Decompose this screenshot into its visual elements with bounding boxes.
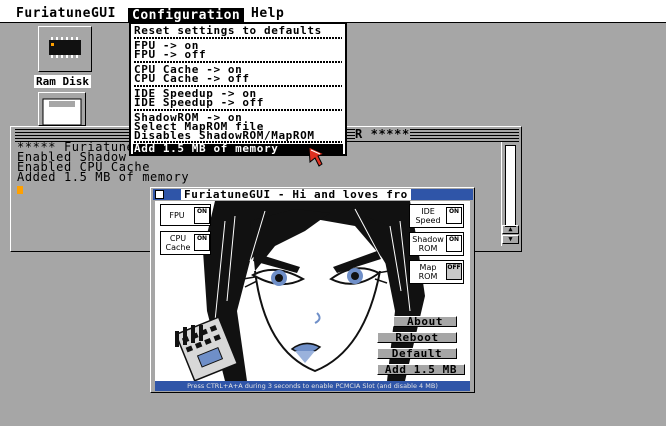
shadow-rom-toggle[interactable]: Shadow ROM ON bbox=[409, 232, 464, 256]
menu-item-disable-shadowrom[interactable]: Disables ShadowROM/MapROM bbox=[134, 130, 315, 141]
ide-speed-switch[interactable]: ON bbox=[446, 207, 462, 224]
about-button[interactable]: About bbox=[393, 316, 457, 327]
map-rom-label-2: ROM bbox=[418, 272, 438, 281]
ram-disk-desktop-icon[interactable]: Ram Disk bbox=[30, 26, 100, 90]
shell-scrollbar[interactable]: ▲ ▼ bbox=[501, 142, 519, 246]
shadow-rom-label-2: ROM bbox=[418, 244, 438, 253]
shell-line: Added 1.5 MB of memory bbox=[17, 170, 190, 184]
disk-desktop-icon[interactable] bbox=[36, 92, 92, 126]
mouse-pointer-icon bbox=[308, 146, 326, 167]
cpu-cache-switch[interactable]: ON bbox=[194, 234, 210, 251]
map-rom-switch[interactable]: OFF bbox=[446, 263, 462, 280]
ram-chip-icon bbox=[38, 26, 92, 72]
shadow-rom-switch[interactable]: ON bbox=[446, 235, 462, 252]
scrollbar-knob[interactable] bbox=[505, 145, 516, 227]
menu-furiatunegui[interactable]: FuriatuneGUI bbox=[16, 7, 116, 20]
menu-item-add-memory-label: Add 1.5 MB of memory bbox=[134, 142, 279, 155]
ram-disk-label: Ram Disk bbox=[34, 75, 91, 88]
furiatune-title-bar[interactable]: FuriatuneGUI - Hi and loves fro bbox=[153, 189, 473, 200]
menu-item-ide-speedup-off[interactable]: IDE Speedup -> off bbox=[134, 97, 264, 108]
disk-drive-icon bbox=[38, 92, 86, 126]
shell-title-tail: R ***** bbox=[355, 127, 410, 141]
ide-speed-label-2: Speed bbox=[415, 216, 441, 225]
furiatune-panel: FPU ON CPU Cache ON IDE Speed ON Shadow … bbox=[155, 201, 470, 381]
ide-speed-toggle[interactable]: IDE Speed ON bbox=[409, 204, 464, 228]
cpu-cache-toggle[interactable]: CPU Cache ON bbox=[160, 231, 211, 255]
default-button[interactable]: Default bbox=[377, 348, 457, 359]
menu-configuration[interactable]: Configuration bbox=[128, 8, 245, 23]
fpu-label: FPU bbox=[169, 211, 185, 220]
scroll-up-arrow-icon[interactable]: ▲ bbox=[502, 225, 519, 234]
menu-item-cpu-cache-off[interactable]: CPU Cache -> off bbox=[134, 73, 250, 84]
map-rom-label-1: Map bbox=[419, 263, 437, 272]
workbench-menu-bar: FuriatuneGUI Configuration Help bbox=[0, 0, 666, 23]
cpu-cache-label-2: Cache bbox=[165, 243, 191, 252]
furiatune-window[interactable]: FuriatuneGUI - Hi and loves fro FPU ON C… bbox=[150, 187, 475, 393]
menu-item-fpu-off[interactable]: FPU -> off bbox=[134, 49, 206, 60]
menu-item-reset-defaults[interactable]: Reset settings to defaults bbox=[134, 25, 322, 36]
furiatune-window-title: FuriatuneGUI - Hi and loves fro bbox=[181, 189, 411, 200]
text-cursor bbox=[17, 186, 23, 194]
scroll-down-arrow-icon[interactable]: ▼ bbox=[502, 235, 519, 244]
add-memory-button[interactable]: Add 1.5 MB bbox=[377, 364, 465, 375]
shadow-rom-label-1: Shadow bbox=[412, 235, 444, 244]
fpu-switch[interactable]: ON bbox=[194, 207, 210, 224]
cpu-cache-label-1: CPU bbox=[169, 234, 187, 243]
status-bar: Press CTRL+A+A during 3 seconds to enabl… bbox=[155, 381, 470, 391]
fpu-toggle[interactable]: FPU ON bbox=[160, 204, 211, 226]
menu-help[interactable]: Help bbox=[251, 7, 284, 20]
reboot-button[interactable]: Reboot bbox=[377, 332, 457, 343]
configuration-menu: Reset settings to defaults FPU -> on FPU… bbox=[129, 22, 347, 156]
close-gadget-icon[interactable] bbox=[155, 190, 164, 199]
map-rom-toggle[interactable]: Map ROM OFF bbox=[409, 260, 464, 284]
ide-speed-label-1: IDE bbox=[421, 207, 435, 216]
